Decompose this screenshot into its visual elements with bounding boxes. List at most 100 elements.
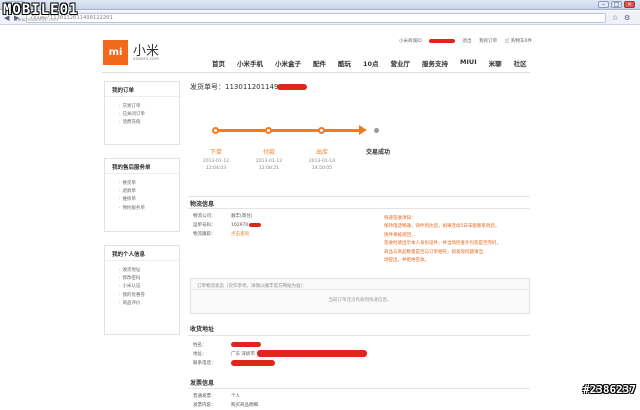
order-number-label: 发货单号： <box>190 83 225 91</box>
track-link[interactable]: 点击查询 <box>231 232 249 237</box>
sidebar-heading: 我的售后服务单 <box>105 159 179 174</box>
step-dot <box>318 127 325 134</box>
notice-line: 场提出，并拒绝签收。 <box>384 258 429 264</box>
cart-icon[interactable]: 🛒 <box>505 39 511 44</box>
section-divider <box>188 196 530 197</box>
step-date: 2013-01-12 <box>202 159 230 164</box>
address-bar: ◀ ▶ /View/1130112011490122201 ☆ ⚙ <box>0 11 640 25</box>
tracking-heading: 订单物流状态（仅作参考，详情以顺丰官方网站为准）： <box>191 279 529 290</box>
field-label: 地址： <box>193 352 207 357</box>
section-divider <box>188 388 530 389</box>
delivery-notice: 快递签收须知： 保持电话畅通，快件到达后，如果连续5日未能联系到您， 快件将被退… <box>384 215 524 265</box>
redacted-bill <box>249 222 262 227</box>
sidebar-item[interactable]: 商品评价 <box>105 300 179 308</box>
invoice-title: 发票信息 <box>190 380 215 387</box>
maximize-button[interactable]: □ <box>611 1 622 8</box>
user-label: 小米商城ID <box>398 39 422 44</box>
sidebar-item[interactable]: 小米认证 <box>105 283 179 291</box>
field-label: 运单号码： <box>193 223 216 228</box>
field-label: 发票内容： <box>193 403 216 408</box>
sidebar-item[interactable]: 已关闭订单 <box>105 111 179 119</box>
sidebar-item[interactable]: 收货地址 <box>105 267 179 275</box>
section-divider <box>188 208 530 209</box>
sidebar-profile: 我的个人信息 收货地址 修改密码 小米认证 我的优惠券 商品评价 <box>104 245 180 335</box>
url-field[interactable]: /View/1130112011490122201 <box>26 13 606 23</box>
field-value: 个人 <box>231 394 240 399</box>
page: 小米商城ID 退出 我的订单 🛒购物车0件 mi 小米 xiaomi.com 首… <box>0 26 640 408</box>
redacted-order-tail <box>276 84 307 90</box>
nav-item[interactable]: 小米盒子 <box>275 58 301 68</box>
sidebar-item[interactable]: 我的优惠券 <box>105 292 179 300</box>
minimize-button[interactable]: – <box>598 1 609 8</box>
nav-item[interactable]: 首页 <box>212 58 225 68</box>
order-number: 发货单号：113011201149 <box>190 82 307 92</box>
step-date: 2013-01-12 <box>255 159 283 164</box>
step-time: 12:04:03 <box>205 166 227 171</box>
sidebar-item[interactable]: 修改密码 <box>105 275 179 283</box>
notice-line: 快件将被退回； <box>384 232 416 238</box>
xiaomi-logo[interactable]: mi <box>103 40 128 65</box>
close-button[interactable]: × <box>624 1 635 8</box>
field-value: 顺丰(寄付) <box>231 214 253 219</box>
address-title: 收货地址 <box>190 326 215 333</box>
logout-link[interactable]: 退出 <box>463 39 472 44</box>
nav-item[interactable]: 米聊 <box>489 58 502 68</box>
logo-domain: xiaomi.com <box>133 57 160 62</box>
my-orders-link[interactable]: 我的订单 <box>479 39 497 44</box>
sidebar-heading: 我的个人信息 <box>105 246 179 261</box>
sidebar-service: 我的售后服务单 换货单 退款单 维修单 预约服务单 <box>104 158 180 232</box>
notice-line: 商品与商品数量是否与订单相符，如发现问题请当 <box>384 249 483 255</box>
step-label-final: 交易成功 <box>365 149 390 156</box>
step-order: 下单 2013-01-12 12:04:03 <box>192 147 240 171</box>
invoice-fields: 普通发票： 个人 发票内容： 购买商品明细 <box>193 392 258 410</box>
step-label: 出库 <box>315 149 328 156</box>
sidebar-item[interactable]: 预约服务单 <box>105 205 179 213</box>
browser-titlebar: 订单详情 – □ × <box>0 0 640 17</box>
field-value: 广东 深圳市 <box>231 352 255 357</box>
logistics-fields: 物流公司： 顺丰(寄付) 运单号码： 102970 物流跟踪： 点击查询 <box>193 212 262 239</box>
mobile01-watermark: MOBILE01 <box>3 2 79 18</box>
mobile01-watermark-url: www.mobile01.com <box>14 18 59 23</box>
step-time: 12:08:21 <box>258 166 280 171</box>
step-dot-final <box>374 128 379 133</box>
nav-item[interactable]: 服务支持 <box>422 58 448 68</box>
address-fields: 姓名： 地址： 广东 深圳市 联系电话： <box>193 341 367 368</box>
progress-bar <box>216 129 364 132</box>
logistics-title: 物流信息 <box>190 201 215 208</box>
nav-item[interactable]: 社区 <box>514 58 527 68</box>
field-label: 物流跟踪： <box>193 232 216 237</box>
nav-item[interactable]: 酷玩 <box>338 58 351 68</box>
section-divider <box>188 335 530 336</box>
tracking-empty: 当前订单还没有收到快递信息。 <box>328 298 392 303</box>
sidebar-item[interactable]: 话费充值 <box>105 119 179 127</box>
nav-item[interactable]: 小米手机 <box>237 58 263 68</box>
nav-item[interactable]: 配件 <box>313 58 326 68</box>
field-value: 102970 <box>231 223 249 228</box>
sidebar-item[interactable]: 交易订单 <box>105 103 179 111</box>
step-pay: 付款 2013-01-12 12:08:21 <box>245 147 293 171</box>
redacted-address <box>256 350 367 357</box>
field-label: 联系电话： <box>193 361 216 366</box>
redacted-phone <box>231 359 275 366</box>
notice-line: 签收时请出示本人身份证件，并当场检查外包装是否完好， <box>384 241 501 247</box>
nav-item[interactable]: 营业厅 <box>391 58 411 68</box>
nav-item[interactable]: 10点 <box>363 58 379 68</box>
wrench-icon[interactable]: ⚙ <box>624 14 630 22</box>
field-label: 物流公司： <box>193 214 216 219</box>
tracking-panel: 订单物流状态（仅作参考，详情以顺丰官方网站为准）： 当前订单还没有收到快递信息。 <box>190 278 530 314</box>
field-value: 购买商品明细 <box>231 403 258 408</box>
sidebar-item[interactable]: 换货单 <box>105 180 179 188</box>
sidebar-orders: 我的订单 交易订单 已关闭订单 话费充值 <box>104 81 180 145</box>
star-icon[interactable]: ☆ <box>612 14 618 22</box>
redacted-user <box>429 38 456 43</box>
sidebar-item[interactable]: 维修单 <box>105 196 179 204</box>
step-label: 付款 <box>262 149 275 156</box>
progress-arrow <box>359 125 367 135</box>
step-time: 14:50:05 <box>311 166 333 171</box>
main-nav: 首页 小米手机 小米盒子 配件 酷玩 10点 营业厅 服务支持 MIUI 米聊 … <box>212 58 539 68</box>
cart-link[interactable]: 购物车0件 <box>511 39 532 44</box>
step-ship: 出库 2013-01-14 14:50:05 <box>298 147 346 171</box>
sidebar-item[interactable]: 退款单 <box>105 188 179 196</box>
nav-item[interactable]: MIUI <box>460 58 477 68</box>
notice-line: 保持电话畅通，快件到达后，如果连续5日未能联系到您， <box>384 224 500 230</box>
